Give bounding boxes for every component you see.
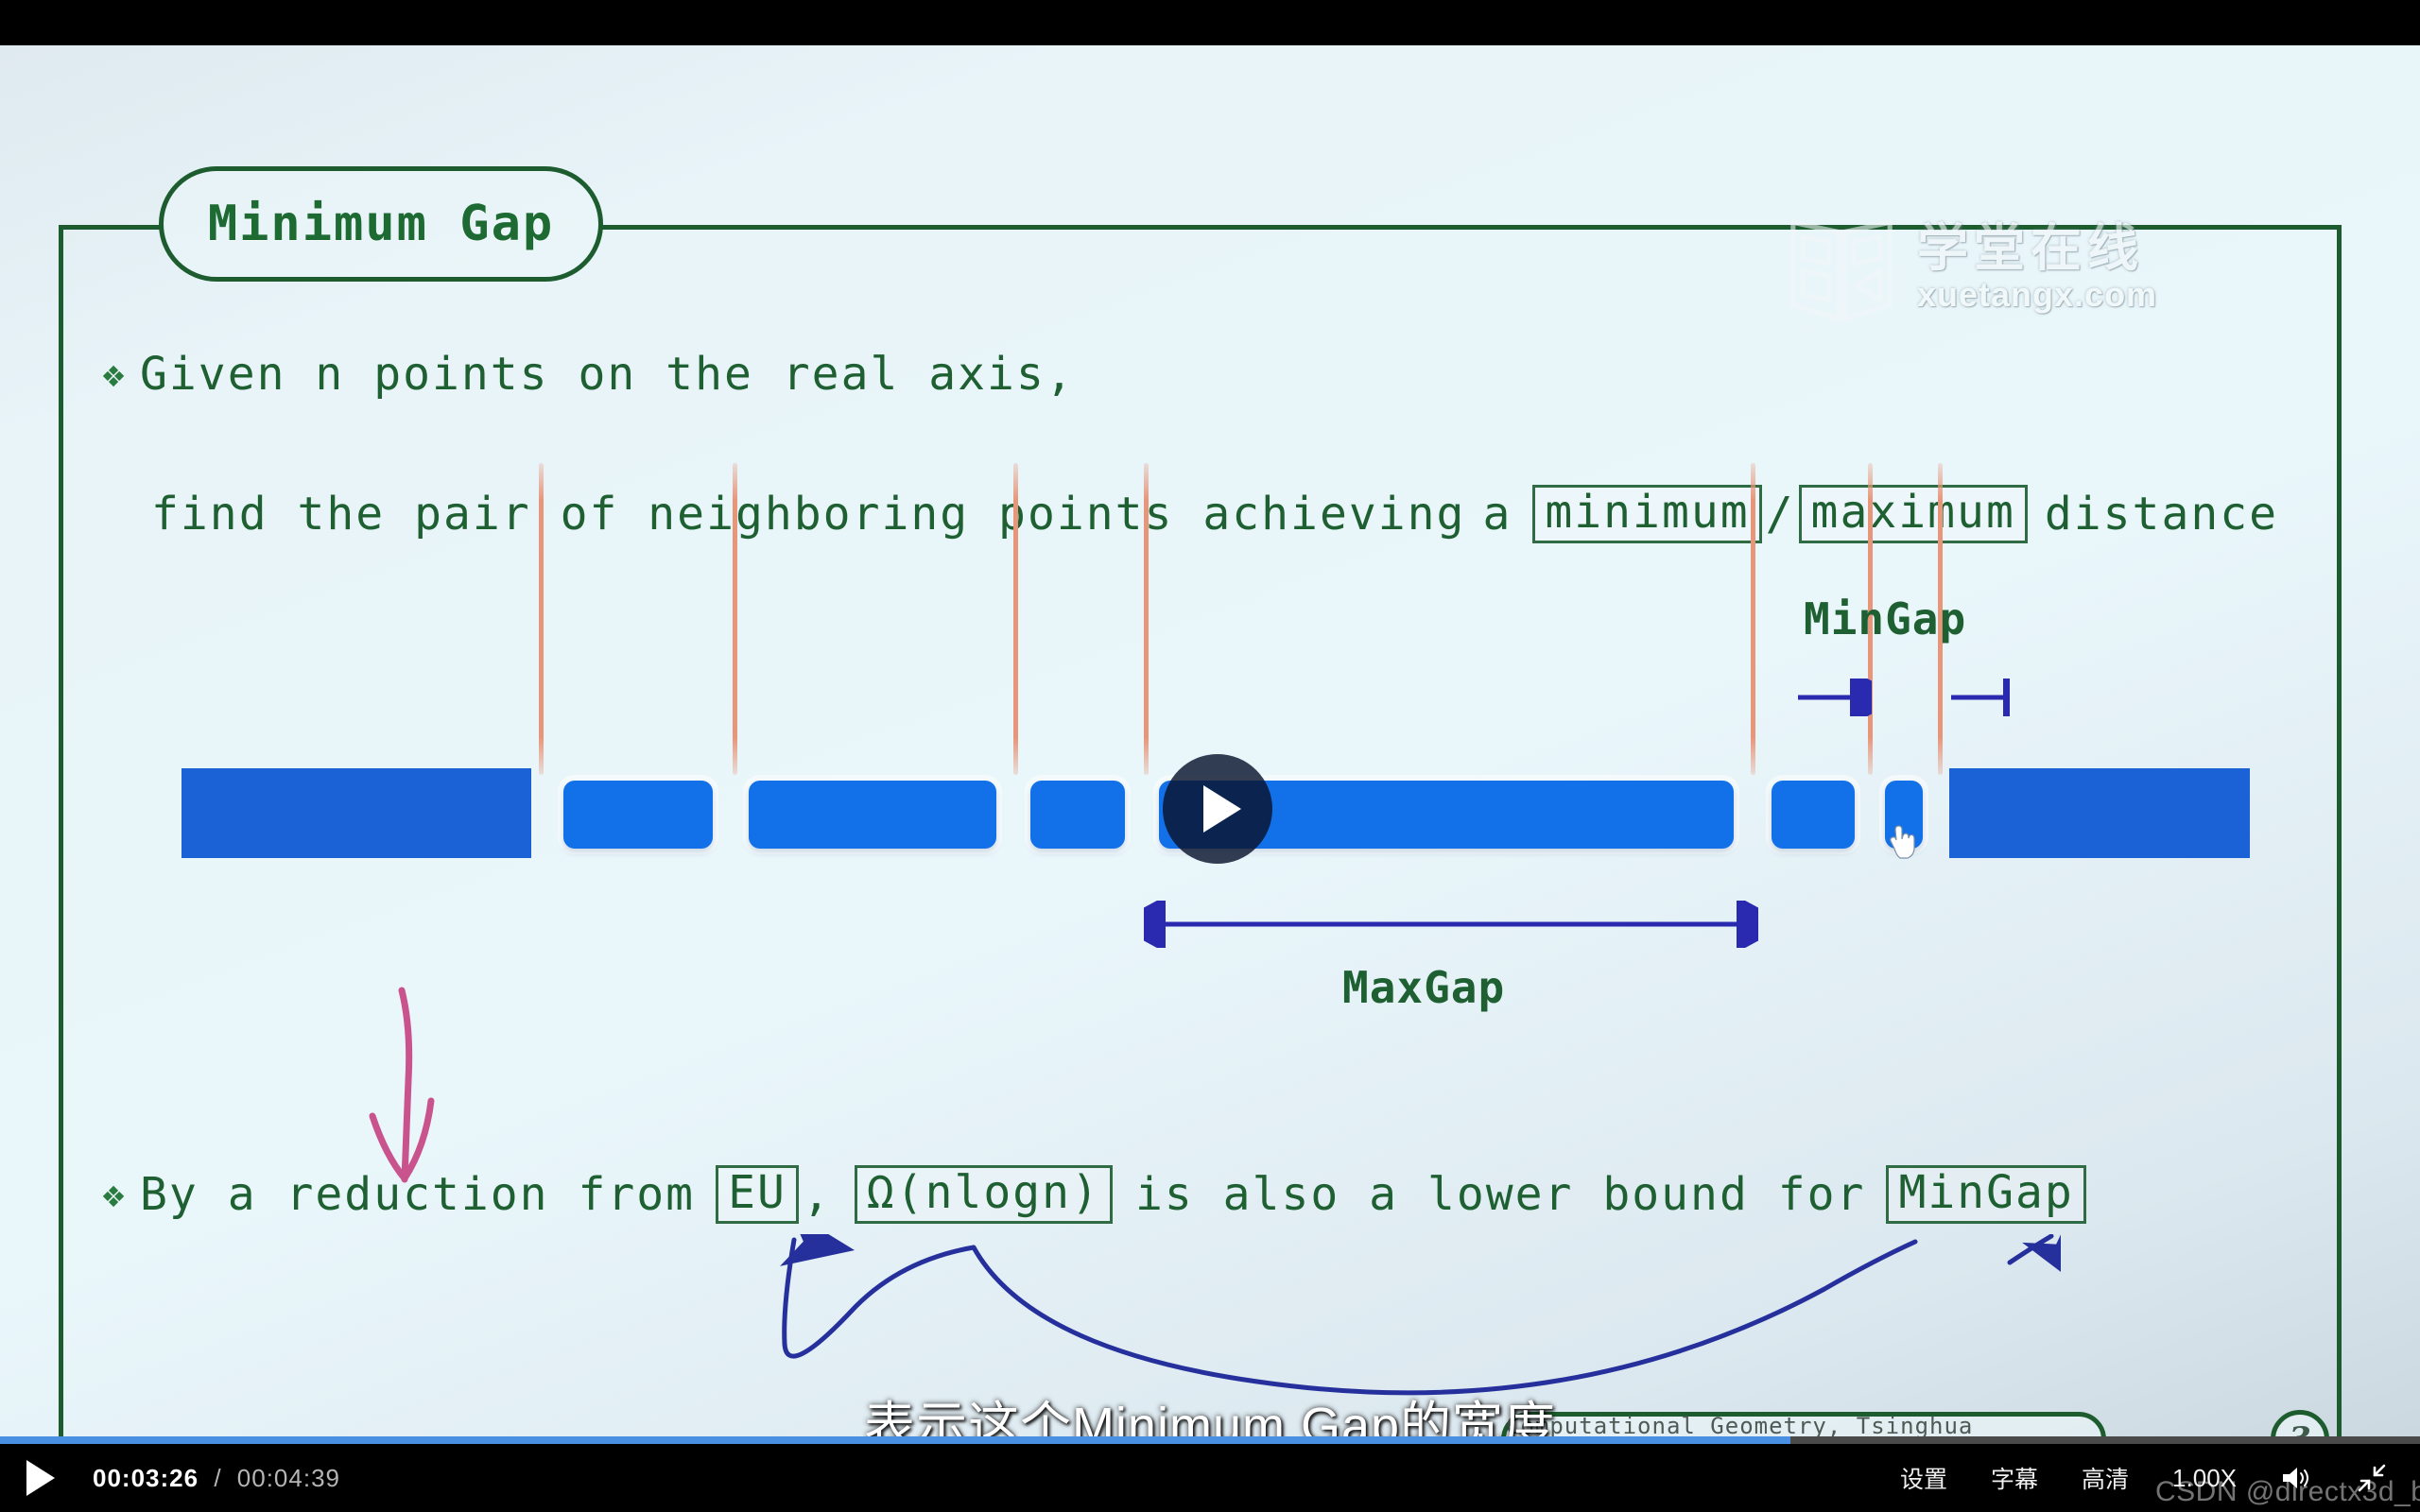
axis-tick: [733, 463, 737, 775]
line3-comma: ,: [802, 1168, 832, 1221]
boxed-omega-nlogn: Ω(nlogn): [854, 1165, 1113, 1224]
playback-speed-button[interactable]: 1.00X: [2172, 1464, 2237, 1493]
boxed-mingap: MinGap: [1886, 1165, 2086, 1224]
current-time: 00:03:26: [93, 1463, 199, 1492]
top-letterbox: [0, 0, 2420, 45]
bottom-letterbox: [0, 1508, 2420, 1512]
mingap-arrow-right: [1951, 679, 2010, 716]
axis-tick: [1751, 463, 1755, 775]
slide-frame-top-right: [602, 225, 2342, 230]
play-pause-button[interactable]: [26, 1460, 55, 1496]
boxed-minimum: minimum: [1532, 485, 1762, 543]
player-controls: 00:03:26 / 00:04:39 设置 字幕 高清 1.00X: [0, 1444, 2420, 1512]
captions-button[interactable]: 字幕: [1991, 1461, 2038, 1495]
maxgap-label: MaxGap: [1342, 962, 1506, 1013]
interval-bar: [1030, 781, 1125, 849]
interval-bar-left-open: [182, 768, 531, 858]
time-separator: /: [214, 1463, 222, 1492]
video-stage[interactable]: Minimum Gap 学堂在线 xuetangx.com ❖ Given n …: [0, 45, 2420, 1436]
bullet-line-1-text: Given n points on the real axis,: [140, 348, 1075, 401]
axis-tick: [1144, 463, 1149, 775]
page-number-badge: 3: [2271, 1410, 2329, 1436]
line2-slash: /: [1765, 488, 1795, 541]
line3-mid: is also a lower bound for: [1134, 1168, 1866, 1221]
page-title: Minimum Gap: [207, 196, 555, 252]
bullet-icon: ❖: [102, 1173, 128, 1216]
interval-bar: [1772, 781, 1855, 849]
line3-pre: By a reduction from: [140, 1168, 696, 1221]
settings-button[interactable]: 设置: [1900, 1461, 1947, 1495]
watermark-cn: 学堂在线: [1917, 219, 2144, 277]
xuetangx-watermark: 学堂在线 xuetangx.com: [1781, 202, 2291, 335]
bullet-line-3: ❖ By a reduction from EU , Ω(nlogn) is a…: [102, 1165, 2090, 1224]
slide-title-badge: Minimum Gap: [159, 166, 603, 282]
footer-text: Computational Geometry, Tsinghua Univers…: [1506, 1413, 1974, 1436]
video-player-page: Minimum Gap 学堂在线 xuetangx.com ❖ Given n …: [0, 0, 2420, 1512]
exit-fullscreen-icon[interactable]: [2356, 1462, 2388, 1494]
bullet-line-2: find the pair of neighboring points achi…: [151, 485, 2278, 543]
maxgap-arrow: [1144, 901, 1758, 948]
play-icon: [1203, 785, 1241, 833]
line2-post: distance: [2044, 488, 2279, 541]
time-display: 00:03:26 / 00:04:39: [93, 1464, 340, 1493]
interval-bar: [563, 781, 713, 849]
progress-fill: [0, 1436, 1791, 1444]
right-controls: 设置 字幕 高清 1.00X: [1900, 1461, 2388, 1495]
boxed-eu: EU: [716, 1165, 799, 1224]
mouse-cursor-icon: [1890, 825, 1915, 859]
line2-a: a: [1482, 488, 1512, 541]
duration: 00:04:39: [236, 1463, 340, 1492]
slide-footer-badge: Computational Geometry, Tsinghua Univers…: [1501, 1412, 2106, 1436]
interval-bar-right-open: [1949, 768, 2250, 858]
slide-frame-top-left: [59, 225, 163, 230]
axis-tick: [539, 463, 544, 775]
center-play-button[interactable]: [1163, 754, 1272, 864]
axis-tick: [1013, 463, 1018, 775]
mingap-label: MinGap: [1804, 593, 1967, 644]
line2-pre: find the pair of neighboring points achi…: [151, 488, 1466, 541]
volume-icon[interactable]: [2280, 1464, 2312, 1492]
mingap-arrow-left: [1798, 679, 1872, 716]
interval-bar: [749, 781, 996, 849]
page-number: 3: [2289, 1420, 2311, 1436]
bullet-line-1: ❖ Given n points on the real axis,: [102, 348, 1075, 401]
quality-button[interactable]: 高清: [2082, 1461, 2129, 1495]
watermark-text: 学堂在线 xuetangx.com: [1917, 219, 2158, 316]
blue-curve-annotation: [780, 1234, 2061, 1396]
progress-bar[interactable]: [0, 1436, 2420, 1444]
watermark-en: xuetangx.com: [1917, 275, 2158, 315]
boxed-maximum: maximum: [1798, 485, 2028, 543]
bullet-icon: ❖: [102, 352, 128, 396]
